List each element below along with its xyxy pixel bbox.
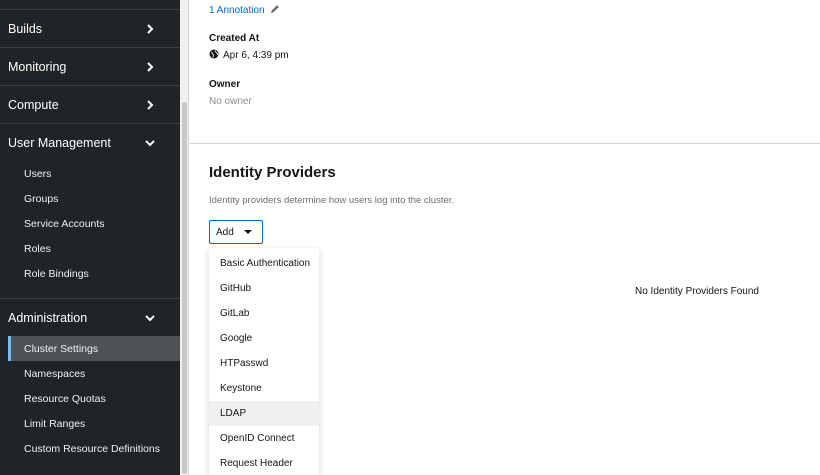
created-at-text: Apr 6, 4:39 pm xyxy=(223,50,289,61)
chevron-right-icon xyxy=(144,61,156,73)
owner-value: No owner xyxy=(209,96,252,107)
menu-item-keystone[interactable]: Keystone xyxy=(209,376,319,401)
chevron-down-icon xyxy=(144,137,156,149)
nav-section-label: Monitoring xyxy=(8,59,67,74)
sidebar-item-users[interactable]: Users xyxy=(8,161,180,186)
nav-section-label: Builds xyxy=(8,21,43,36)
caret-down-icon xyxy=(244,230,252,234)
chevron-down-icon xyxy=(144,312,156,324)
empty-state-message: No Identity Providers Found xyxy=(635,286,759,297)
sidebar-item-custom-resource-definitions[interactable]: Custom Resource Definitions xyxy=(8,436,180,461)
menu-item-ldap[interactable]: LDAP xyxy=(209,401,319,426)
nav-section-label: User Management xyxy=(8,135,111,150)
sidebar-scrollbar[interactable] xyxy=(180,0,189,475)
sidebar-item-limit-ranges[interactable]: Limit Ranges xyxy=(8,411,180,436)
globe-icon xyxy=(209,49,219,62)
sidebar-item-roles[interactable]: Roles xyxy=(8,236,180,261)
nav-section-administration[interactable]: Administration xyxy=(0,298,180,336)
sidebar-item-role-bindings[interactable]: Role Bindings xyxy=(8,261,180,286)
sidebar-item-service-accounts[interactable]: Service Accounts xyxy=(8,211,180,236)
sidebar-item-namespaces[interactable]: Namespaces xyxy=(8,361,180,386)
menu-item-htpasswd[interactable]: HTPasswd xyxy=(209,351,319,376)
main-content: 1 Annotation Created At Apr 6, 4:39 pm O… xyxy=(190,0,820,475)
pencil-icon xyxy=(270,4,280,17)
nav-section-monitoring[interactable]: Monitoring xyxy=(0,47,180,85)
menu-item-google[interactable]: Google xyxy=(209,326,319,351)
chevron-right-icon xyxy=(144,23,156,35)
menu-item-github[interactable]: GitHub xyxy=(209,276,319,301)
sidebar-scrollbar-thumb[interactable] xyxy=(182,102,187,474)
menu-item-request-header[interactable]: Request Header xyxy=(209,451,319,475)
identity-providers-title: Identity Providers xyxy=(209,164,336,181)
identity-providers-description: Identity providers determine how users l… xyxy=(209,195,455,206)
nav-section-user-management[interactable]: User Management xyxy=(0,123,180,161)
menu-item-basic-authentication[interactable]: Basic Authentication xyxy=(209,251,319,276)
nav-section-compute[interactable]: Compute xyxy=(0,85,180,123)
created-at-label: Created At xyxy=(209,33,260,44)
add-button-label: Add xyxy=(216,226,234,238)
section-divider xyxy=(190,143,820,144)
sidebar-item-cluster-settings[interactable]: Cluster Settings xyxy=(8,336,180,361)
annotations-link[interactable]: 1 Annotation xyxy=(209,4,280,17)
nav-section-builds[interactable]: Builds xyxy=(0,9,180,47)
nav-section-label: Compute xyxy=(8,97,59,112)
menu-item-gitlab[interactable]: GitLab xyxy=(209,301,319,326)
menu-item-openid-connect[interactable]: OpenID Connect xyxy=(209,426,319,451)
nav-section-label: Administration xyxy=(8,310,88,325)
sidebar-nav: Builds Monitoring Compute User Managemen… xyxy=(0,0,180,475)
sidebar-item-groups[interactable]: Groups xyxy=(8,186,180,211)
chevron-right-icon xyxy=(144,99,156,111)
add-identity-provider-button[interactable]: Add xyxy=(209,220,263,244)
annotations-link-label: 1 Annotation xyxy=(209,5,265,16)
created-at-value: Apr 6, 4:39 pm xyxy=(209,49,289,62)
owner-label: Owner xyxy=(209,79,241,90)
add-provider-dropdown-menu: Basic Authentication GitHub GitLab Googl… xyxy=(209,248,319,475)
sidebar-item-resource-quotas[interactable]: Resource Quotas xyxy=(8,386,180,411)
